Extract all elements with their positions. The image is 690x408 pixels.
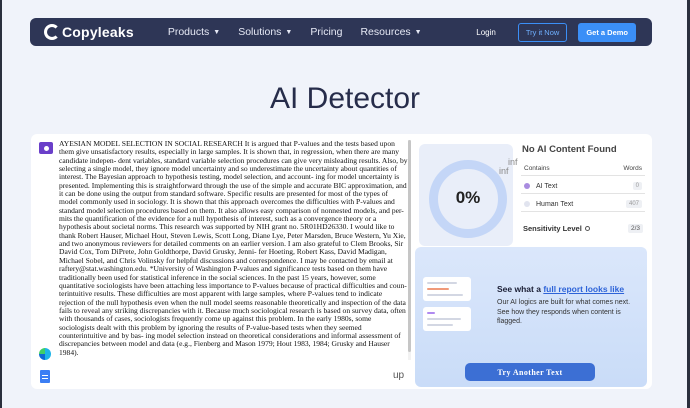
promo-body: Our AI logics are built for what comes n…: [497, 299, 631, 325]
divider: [521, 193, 645, 194]
text-input-area[interactable]: AYESIAN MODEL SELECTION IN SOCIAL RESEAR…: [59, 140, 408, 382]
preview-line: [427, 318, 461, 320]
top-navbar: Copyleaks Products ▼ Solutions ▼ Pricing…: [30, 18, 652, 46]
report-preview-card: [423, 277, 471, 301]
divider: [521, 175, 645, 176]
divider: [521, 211, 645, 212]
human-dot-icon: [524, 201, 530, 207]
contains-label: Contains: [524, 165, 550, 172]
get-a-demo-button[interactable]: Get a Demo: [578, 22, 636, 42]
row-label: AI Text: [536, 182, 558, 190]
sensitivity-level[interactable]: Sensitivity Level 2/3: [521, 224, 645, 233]
preview-line: [427, 282, 457, 284]
gauge-percentage: 0%: [455, 188, 481, 207]
detector-card: AYESIAN MODEL SELECTION IN SOCIAL RESEAR…: [31, 134, 652, 389]
try-it-now-button[interactable]: Try it Now: [517, 22, 568, 42]
info-icon[interactable]: [584, 226, 590, 231]
report-preview-card: [423, 307, 471, 331]
stats-header: Contains Words: [521, 165, 645, 172]
ai-dot-icon: [524, 183, 530, 189]
promo-heading-prefix: See what a: [497, 284, 541, 294]
nav-link-label: Resources: [360, 26, 411, 38]
chevron-down-icon: ▼: [213, 28, 221, 36]
nav-link-label: Pricing: [310, 26, 343, 38]
page-title: AI Detector: [269, 82, 421, 115]
chevron-down-icon: ▼: [414, 28, 422, 36]
result-heading: No AI Content Found: [522, 144, 617, 155]
nav-link-label: Products: [167, 26, 210, 38]
nav-link-solutions[interactable]: Solutions ▼: [238, 26, 292, 38]
nav-actions: Login Try it Now Get a Demo: [476, 22, 652, 42]
edge-browser-icon[interactable]: [39, 348, 51, 360]
ai-text-row: AI Text 0: [521, 182, 645, 190]
copyleaks-logo[interactable]: Copyleaks: [44, 24, 134, 40]
preview-line: [427, 312, 435, 314]
nav-link-resources[interactable]: Resources ▼: [360, 26, 421, 38]
nav-link-label: Solutions: [238, 26, 282, 38]
nav-link-products[interactable]: Products ▼: [168, 26, 220, 38]
human-text-row: Human Text 407: [521, 200, 645, 208]
preview-line: [427, 324, 453, 326]
chevron-down-icon: ▼: [285, 28, 293, 36]
row-label: Human Text: [536, 200, 574, 208]
scrollbar-thumb[interactable]: [408, 140, 411, 352]
row-count: 407: [625, 200, 642, 208]
login-link[interactable]: Login: [476, 28, 496, 37]
inf-label: inf: [508, 157, 518, 167]
ai-score-gauge: 0% inf: [419, 144, 513, 246]
result-stats: inf No AI Content Found Contains Words A…: [508, 144, 645, 233]
inf-label: inf: [499, 166, 509, 176]
full-report-link[interactable]: full report looks like: [543, 284, 624, 294]
window-frame-left: [0, 0, 2, 408]
full-report-promo: See what a full report looks like Our AI…: [415, 247, 647, 387]
sensitivity-value: 2/3: [627, 224, 643, 233]
nav-link-pricing[interactable]: Pricing: [310, 26, 342, 38]
logo-text: Copyleaks: [62, 24, 134, 40]
preview-line: [427, 288, 449, 290]
preview-line: [427, 294, 463, 296]
nav-links: Products ▼ Solutions ▼ Pricing Resources…: [168, 26, 440, 38]
copyleaks-logo-icon: [44, 24, 60, 40]
promo-heading: See what a full report looks like: [497, 284, 624, 294]
eye-icon[interactable]: [39, 142, 53, 154]
try-another-text-button[interactable]: Try Another Text: [465, 363, 595, 381]
upload-label[interactable]: up: [393, 370, 404, 381]
sensitivity-label: Sensitivity Level: [523, 224, 582, 233]
words-label: Words: [623, 165, 642, 172]
document-icon[interactable]: [40, 370, 50, 383]
row-count: 0: [632, 182, 642, 190]
